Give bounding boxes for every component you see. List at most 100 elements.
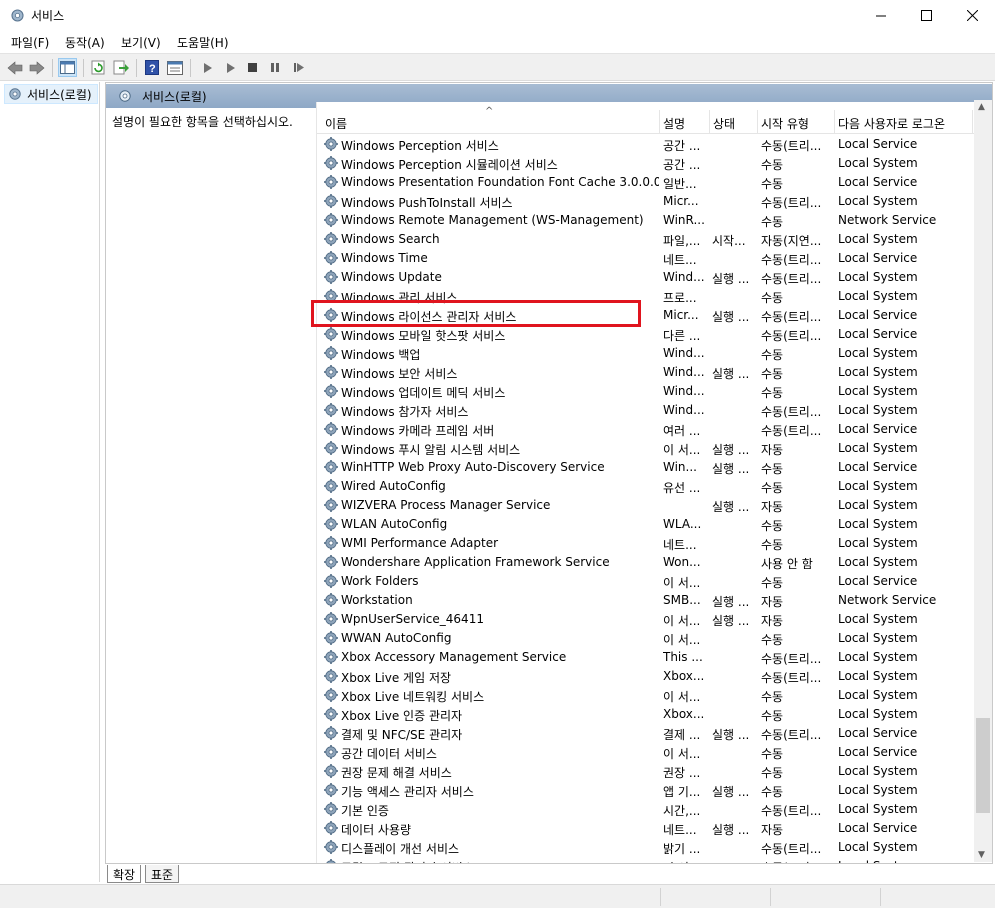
- service-description: Wind...: [663, 384, 705, 398]
- forward-button[interactable]: [27, 58, 46, 77]
- service-row[interactable]: Xbox Accessory Management Service This ..…: [317, 648, 976, 667]
- column-divider[interactable]: [972, 110, 973, 134]
- pause-service-button[interactable]: [266, 58, 285, 77]
- service-status: 실행 ...: [712, 462, 750, 476]
- service-startup-type: 수동: [761, 766, 784, 780]
- service-row[interactable]: Windows Presentation Foundation Font Cac…: [317, 173, 976, 192]
- service-row[interactable]: 결제 및 NFC/SE 관리자 결제 ... 실행 ... 수동(트리... Local…: [317, 724, 976, 743]
- service-row[interactable]: Windows PushToInstall 서비스 Micr... 수동(트리...…: [317, 192, 976, 211]
- service-row[interactable]: Workstation SMB... 실행 ... 자동 Network Service: [317, 591, 976, 610]
- service-row[interactable]: 기본 인증 시간,... 수동(트리... Local System: [317, 800, 976, 819]
- column-divider[interactable]: [659, 110, 660, 134]
- tree-node-services-local[interactable]: 서비스(로컬): [4, 84, 98, 104]
- service-logon-as: Local System: [838, 536, 918, 550]
- minimize-icon: [875, 15, 886, 17]
- service-row[interactable]: Windows 보안 서비스 Wind... 실행 ... 수동 Local Syste…: [317, 363, 976, 382]
- service-name: Windows 참가자 서비스: [341, 405, 469, 419]
- service-startup-type: 수동: [761, 709, 784, 723]
- scroll-up-icon[interactable]: ▲: [978, 102, 985, 112]
- refresh-button[interactable]: [89, 58, 108, 77]
- service-logon-as: Local System: [838, 840, 918, 854]
- service-row[interactable]: WIZVERA Process Manager Service 실행 ... 자동 L…: [317, 496, 976, 515]
- service-startup-type: 수동: [761, 785, 784, 799]
- service-row[interactable]: 로컬 프로필 관리자 서비스 이 서... 수동(트리...Local System: [317, 857, 976, 863]
- service-row[interactable]: WWAN AutoConfig 이 서... 수동 Local System: [317, 629, 976, 648]
- service-row[interactable]: Wired AutoConfig 유선 ... 수동 Local System: [317, 477, 976, 496]
- column-header-status[interactable]: 상태: [713, 115, 735, 132]
- service-gear-icon: [323, 858, 339, 863]
- service-name: 권장 문제 해결 서비스: [341, 766, 452, 780]
- tab-extended[interactable]: 확장: [107, 865, 142, 883]
- menu-file[interactable]: 파일(F): [11, 34, 49, 51]
- menu-help[interactable]: 도움말(H): [177, 34, 229, 51]
- service-gear-icon: [323, 269, 339, 285]
- service-row[interactable]: Windows 푸시 알림 시스템 서비스 이 서... 실행 ... 자동 Local…: [317, 439, 976, 458]
- service-row[interactable]: Windows Update Wind... 실행 ... 수동(트리... Local…: [317, 268, 976, 287]
- service-row[interactable]: Windows 업데이트 메딕 서비스 Wind... 수동 Local System: [317, 382, 976, 401]
- service-row[interactable]: 데이터 사용량 네트... 실행 ... 자동 Local Service: [317, 819, 976, 838]
- service-row[interactable]: Windows 카메라 프레임 서버 여러 ... 수동(트리... Local Se…: [317, 420, 976, 439]
- close-button[interactable]: [949, 0, 995, 31]
- maximize-button[interactable]: [903, 0, 949, 31]
- service-row[interactable]: Windows Search 파일,... 시작... 자동(지연... Local S…: [317, 230, 976, 249]
- column-header-startup-type[interactable]: 시작 유형: [761, 115, 809, 132]
- column-header-description[interactable]: 설명: [663, 115, 685, 132]
- status-bar: [0, 884, 995, 908]
- service-row[interactable]: 기능 액세스 관리자 서비스 앱 기... 실행 ... 수동 Local System: [317, 781, 976, 800]
- service-startup-type: 수동(트리...: [761, 196, 822, 210]
- service-row[interactable]: Windows 라이선스 관리자 서비스 Micr... 실행 ... 수동(트리..…: [317, 306, 976, 325]
- help-button[interactable]: ?: [142, 58, 161, 77]
- properties-button[interactable]: [165, 58, 184, 77]
- service-startup-type: 수동(트리...: [761, 652, 822, 666]
- scrollbar-thumb[interactable]: [976, 718, 990, 813]
- column-header-name[interactable]: 이름: [325, 115, 347, 132]
- service-row[interactable]: Xbox Live 네트워킹 서비스 이 서... 수동 Local System: [317, 686, 976, 705]
- service-startup-type: 자동: [761, 823, 784, 837]
- service-row[interactable]: WLAN AutoConfig WLA... 수동 Local System: [317, 515, 976, 534]
- menu-action[interactable]: 동작(A): [65, 34, 105, 51]
- service-row[interactable]: Windows 관리 서비스 프로... 수동 Local System: [317, 287, 976, 306]
- restart-service-button[interactable]: [289, 58, 308, 77]
- service-row[interactable]: Windows 백업 Wind... 수동 Local System: [317, 344, 976, 363]
- scroll-down-icon[interactable]: ▼: [978, 850, 985, 860]
- minimize-button[interactable]: [858, 0, 904, 31]
- tab-standard[interactable]: 표준: [145, 865, 180, 883]
- service-name: Windows 라이선스 관리자 서비스: [341, 310, 517, 324]
- service-row[interactable]: 공간 데이터 서비스 이 서... 수동 Local Service: [317, 743, 976, 762]
- column-header-logon-as[interactable]: 다음 사용자로 로그온: [838, 115, 945, 132]
- start-service-alt-button[interactable]: [221, 58, 240, 77]
- service-description: 네트...: [663, 253, 697, 267]
- service-status: 실행 ...: [712, 595, 750, 609]
- service-row[interactable]: 디스플레이 개선 서비스 밝기 ... 수동(트리... Local System: [317, 838, 976, 857]
- export-button[interactable]: [111, 58, 130, 77]
- service-name: 데이터 사용량: [341, 823, 412, 837]
- service-row[interactable]: Windows Remote Management (WS-Management…: [317, 211, 976, 230]
- service-row[interactable]: WpnUserService_46411 이 서... 실행 ... 자동 Local …: [317, 610, 976, 629]
- sort-ascending-icon: ^: [485, 106, 494, 117]
- menu-view[interactable]: 보기(V): [121, 34, 161, 51]
- vertical-scrollbar[interactable]: ▲ ▼: [974, 100, 992, 862]
- service-description: Wind...: [663, 346, 705, 360]
- service-row[interactable]: Windows Perception 시뮬레이션 서비스 공간 ... 수동 Loca…: [317, 154, 976, 173]
- column-divider[interactable]: [709, 110, 710, 134]
- service-gear-icon: [323, 174, 339, 190]
- service-row[interactable]: Windows Perception 서비스 공간 ... 수동(트리... Loca…: [317, 135, 976, 154]
- service-row[interactable]: Xbox Live 인증 관리자 Xbox... 수동 Local System: [317, 705, 976, 724]
- service-row[interactable]: Windows 참가자 서비스 Wind... 수동(트리... Local Syst…: [317, 401, 976, 420]
- service-row[interactable]: Windows 모바일 핫스팟 서비스 다른 ... 수동(트리... Local S…: [317, 325, 976, 344]
- stop-service-button[interactable]: [243, 58, 262, 77]
- service-logon-as: Local Service: [838, 308, 918, 322]
- back-button[interactable]: [5, 58, 24, 77]
- column-divider[interactable]: [757, 110, 758, 134]
- service-row[interactable]: Xbox Live 게임 저장 Xbox... 수동(트리... Local Syst…: [317, 667, 976, 686]
- service-row[interactable]: 권장 문제 해결 서비스 권장 ... 수동 Local System: [317, 762, 976, 781]
- service-row[interactable]: Windows Time 네트... 수동(트리... Local Service: [317, 249, 976, 268]
- column-divider[interactable]: [834, 110, 835, 134]
- service-row[interactable]: Wondershare Application Framework Servic…: [317, 553, 976, 572]
- service-row[interactable]: WinHTTP Web Proxy Auto-Discovery Service…: [317, 458, 976, 477]
- stop-icon: [248, 63, 257, 72]
- start-service-button[interactable]: [198, 58, 217, 77]
- service-row[interactable]: WMI Performance Adapter 네트... 수동 Local Syst…: [317, 534, 976, 553]
- service-row[interactable]: Work Folders 이 서... 수동 Local Service: [317, 572, 976, 591]
- console-tree-button[interactable]: [58, 58, 77, 77]
